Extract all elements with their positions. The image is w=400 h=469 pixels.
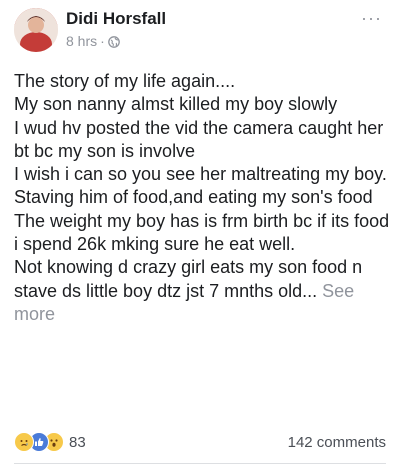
globe-icon [107,35,120,48]
comments-count-link[interactable]: 142 comments [288,434,386,451]
meta-separator: · [100,33,105,49]
post-line: I wud hv posted the vid the camera caugh… [14,117,384,161]
post-stats: 83 142 comments [14,430,386,454]
author-name[interactable]: Didi Horsfall [66,9,166,29]
ellipsis-icon[interactable]: ··· [361,8,382,29]
post-line: My son nanny almst killed my boy slowly [14,94,338,115]
reactions-summary[interactable]: 83 [14,432,86,452]
post-line: Not knowing d crazy girl eats my son foo… [14,257,363,301]
sad-reaction-icon [14,432,34,452]
post-line: The story of my life again.... [14,71,236,91]
reaction-count: 83 [69,433,86,451]
author-avatar[interactable] [14,8,58,52]
post-body: The story of my life again.... My son na… [14,70,392,326]
post-header: Didi Horsfall 8 hrs · ··· [14,8,386,58]
post-time[interactable]: 8 hrs [66,33,97,49]
post-line: Staving him of food,and eating my son's … [14,187,373,208]
post-line: I wish i can so you see her maltreating … [14,164,387,185]
divider [14,463,386,464]
post-meta: 8 hrs · [66,33,120,49]
post-line-last: Not knowing d crazy girl eats my son foo… [14,256,392,326]
post-line: The weight my boy has is frm birth bc if… [14,210,390,255]
